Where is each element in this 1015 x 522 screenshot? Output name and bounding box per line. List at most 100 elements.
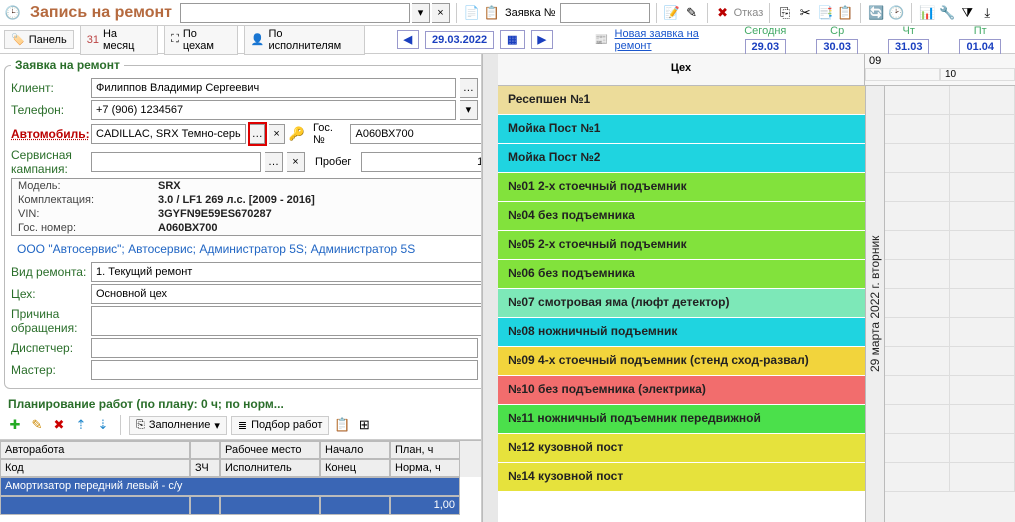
date-tab[interactable]: Чт31.03 — [888, 25, 930, 55]
schedule-grid-row[interactable] — [885, 434, 1015, 463]
history-icon[interactable]: 🕑 — [887, 4, 905, 22]
by-exec-view[interactable]: 👤По исполнителям — [244, 25, 365, 55]
schedule-row[interactable]: №08 ножничный подъемник — [498, 318, 865, 347]
work-grid[interactable]: Авторабота Рабочее место Начало План, ч … — [0, 440, 481, 515]
fill-button[interactable]: ⎘Заполнение▾ — [129, 416, 227, 435]
request-num-input[interactable] — [560, 3, 650, 23]
schedule-grid-row[interactable] — [885, 202, 1015, 231]
schedule-row[interactable]: №07 смотровая яма (люфт детектор) — [498, 289, 865, 318]
campaign-input[interactable] — [91, 152, 261, 172]
schedule-row[interactable]: Ресепшен №1 — [498, 86, 865, 115]
new-request-link[interactable]: Новая заявка на ремонт — [615, 28, 739, 52]
main-combo-clear[interactable]: × — [432, 3, 450, 23]
schedule-grid-row[interactable] — [885, 231, 1015, 260]
by-workshop-view[interactable]: ⛶По цехам — [164, 25, 238, 55]
schedule-row[interactable]: Мойка Пост №2 — [498, 144, 865, 173]
copy-plan-icon[interactable]: 📋 — [333, 416, 351, 434]
key-icon[interactable]: 🔑 — [289, 125, 305, 143]
schedule-row[interactable]: №04 без подъемника — [498, 202, 865, 231]
dispatcher-input[interactable] — [91, 338, 478, 358]
paste-icon[interactable]: 📋 — [836, 4, 854, 22]
current-date[interactable]: 29.03.2022 — [425, 31, 494, 49]
mileage-label: Пробег — [315, 156, 351, 168]
schedule-row[interactable]: №10 без подъемника (электрика) — [498, 376, 865, 405]
delete-icon[interactable]: ✖ — [50, 416, 68, 434]
auto-lookup[interactable]: … — [250, 124, 265, 144]
client-input[interactable] — [91, 78, 456, 98]
master-input[interactable] — [91, 360, 478, 380]
date-tab[interactable]: Ср30.03 — [816, 25, 858, 55]
date-tab[interactable]: Сегодня29.03 — [744, 25, 786, 55]
auto-input[interactable] — [91, 124, 246, 144]
date-prev[interactable]: ◀ — [397, 30, 419, 49]
date-cal[interactable]: ▦ — [500, 30, 524, 49]
org-info: ООО "Автосервис"; Автосервис; Администра… — [11, 238, 482, 260]
pick-button[interactable]: ≣Подбор работ — [231, 416, 329, 435]
chart-icon[interactable]: 📊 — [918, 4, 936, 22]
schedule-row[interactable]: №06 без подъемника — [498, 260, 865, 289]
date-tab[interactable]: Пт01.04 — [959, 25, 1001, 55]
schedule-row[interactable]: №05 2-х стоечный подъемник — [498, 231, 865, 260]
gc-norm: 1,00 — [390, 496, 460, 515]
add-icon[interactable]: ✚ — [6, 416, 24, 434]
schedule-row[interactable]: №12 кузовной пост — [498, 434, 865, 463]
schedule-grid-row[interactable] — [885, 376, 1015, 405]
client-lookup[interactable]: … — [460, 78, 478, 98]
exec-icon: 👤 — [251, 33, 265, 46]
schedule-grid-row[interactable] — [885, 347, 1015, 376]
repair-type-input[interactable] — [91, 262, 482, 282]
schedule-row[interactable]: №11 ножничный подъемник передвижной — [498, 405, 865, 434]
up-icon[interactable]: ⇡ — [72, 416, 90, 434]
mileage-input[interactable] — [361, 152, 482, 172]
schedule-time-grid[interactable] — [885, 86, 1015, 522]
workshop-input[interactable] — [91, 284, 482, 304]
schedule-grid-row[interactable] — [885, 463, 1015, 492]
phone-drop[interactable]: ▾ — [460, 100, 478, 120]
list-icon[interactable]: ⎘ — [776, 4, 794, 22]
campaign-lookup[interactable]: … — [265, 152, 283, 172]
schedule-grid-row[interactable] — [885, 289, 1015, 318]
down-icon[interactable]: ⇣ — [94, 416, 112, 434]
template-icon[interactable]: 📄 — [463, 4, 481, 22]
edit-row-icon[interactable]: ✎ — [28, 416, 46, 434]
gosno-input[interactable] — [350, 124, 482, 144]
tools-icon[interactable]: 🔧 — [938, 4, 956, 22]
sched-mins: 10 — [865, 68, 1015, 81]
date-next[interactable]: ▶ — [531, 30, 553, 49]
schedule-grid-row[interactable] — [885, 173, 1015, 202]
schedule-grid-row[interactable] — [885, 405, 1015, 434]
doc-icon[interactable]: 📝 — [663, 4, 681, 22]
schedule-row[interactable]: №01 2-х стоечный подъемник — [498, 173, 865, 202]
drop-icon: ▾ — [214, 419, 220, 432]
schedule-grid-row[interactable] — [885, 260, 1015, 289]
filter-icon[interactable]: ⧩ — [958, 4, 976, 22]
cut-icon[interactable]: ✂ — [796, 4, 814, 22]
campaign-clear[interactable]: × — [287, 152, 305, 172]
edit-icon[interactable]: ✎ — [683, 4, 701, 22]
layout-icon[interactable]: ⊞ — [355, 416, 373, 434]
phone-input[interactable] — [91, 100, 456, 120]
schedule-row[interactable]: №14 кузовной пост — [498, 463, 865, 492]
grid-row-selected-2[interactable]: 1,00 — [0, 496, 481, 515]
schedule-row[interactable]: Мойка Пост №1 — [498, 115, 865, 144]
main-combo-drop[interactable]: ▾ — [412, 3, 430, 23]
auto-clear[interactable]: × — [269, 124, 284, 144]
schedule-rows: Ресепшен №1Мойка Пост №1Мойка Пост №2№01… — [498, 86, 865, 522]
main-search-combo[interactable] — [180, 3, 410, 23]
schedule-row[interactable]: №09 4-х стоечный подъемник (стенд сход-р… — [498, 347, 865, 376]
month-view[interactable]: 31На месяц — [80, 25, 158, 55]
schedule-grid-row[interactable] — [885, 144, 1015, 173]
copy-icon[interactable]: 📑 — [816, 4, 834, 22]
clipboard-icon[interactable]: 📋 — [483, 4, 501, 22]
panel-toggle[interactable]: 🏷️Панель — [4, 30, 74, 49]
refuse-button[interactable]: Отказ — [734, 7, 764, 19]
refresh-icon[interactable]: 🔄 — [867, 4, 885, 22]
grid-row-selected[interactable]: Амортизатор передний левый - с/у — [0, 477, 481, 496]
schedule-grid-row[interactable] — [885, 86, 1015, 115]
schedule-grid-row[interactable] — [885, 115, 1015, 144]
scrollbar-left[interactable] — [482, 54, 498, 522]
grid-header-1: Авторабота Рабочее место Начало План, ч — [0, 441, 481, 459]
reason-input[interactable] — [91, 306, 482, 336]
export-icon[interactable]: ⤓ — [978, 4, 996, 22]
schedule-grid-row[interactable] — [885, 318, 1015, 347]
